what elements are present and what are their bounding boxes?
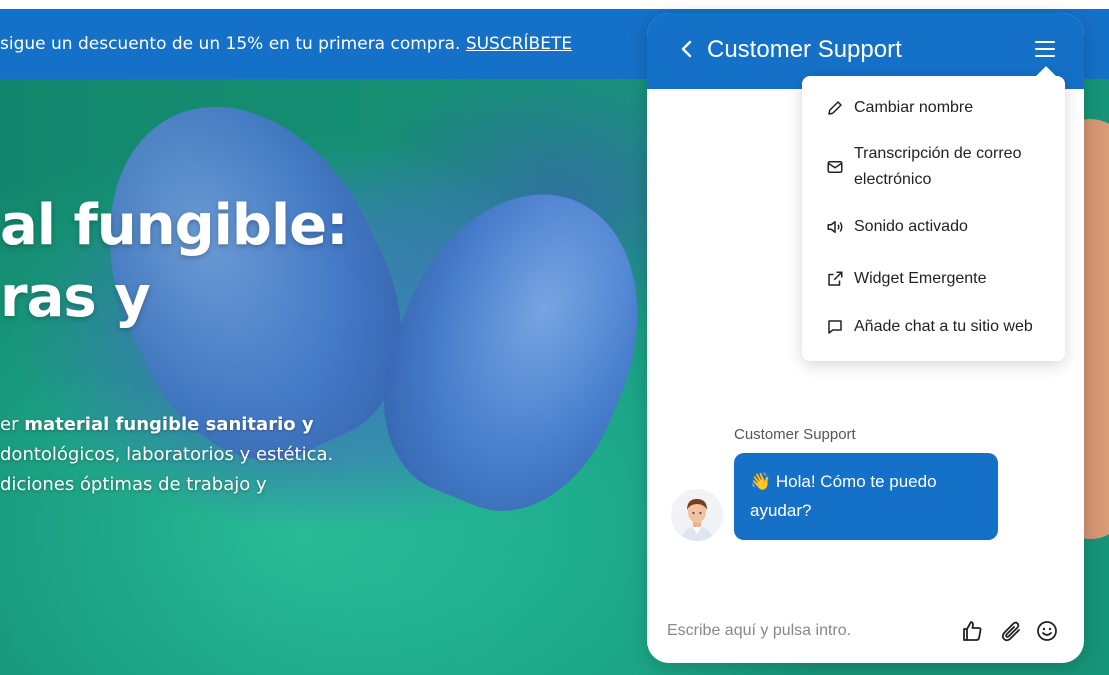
menu-item-label: Sonido activado: [854, 218, 968, 235]
menu-item-label: Transcripción de correo electrónico: [854, 145, 1022, 188]
agent-avatar: [671, 489, 723, 541]
menu-item-rename[interactable]: Cambiar nombre: [802, 95, 1065, 121]
emoji-button[interactable]: [1035, 619, 1059, 643]
hero-headline-line1: al fungible:: [0, 193, 349, 258]
message-composer: [647, 606, 1084, 658]
smiley-icon: [1037, 621, 1057, 641]
menu-item-label: Añade chat a tu sitio web: [854, 318, 1033, 335]
hero-description-line1: er material fungible sanitario y: [0, 414, 314, 435]
agent-message-bubble: 👋 Hola! Cómo te puedo ayudar?: [734, 453, 998, 540]
mail-icon: [826, 158, 844, 176]
menu-item-email-transcript[interactable]: Transcripción de correo electrónico: [802, 141, 1065, 193]
menu-button[interactable]: [1033, 37, 1057, 61]
chat-options-menu: Cambiar nombre Transcripción de correo e…: [802, 76, 1065, 361]
hamburger-icon: [1035, 41, 1055, 57]
pencil-icon: [826, 99, 844, 117]
top-strip: [0, 0, 1109, 9]
hero-description-bold: material fungible sanitario y: [24, 414, 314, 435]
menu-item-label: Widget Emergente: [854, 270, 987, 287]
menu-item-sound[interactable]: Sonido activado: [802, 214, 1065, 240]
subscribe-link[interactable]: SUSCRÍBETE: [466, 34, 572, 54]
message-input[interactable]: [667, 614, 957, 648]
paperclip-icon: [1001, 621, 1020, 642]
promo-text-wrapper: sigue un descuento de un 15% en tu prime…: [0, 9, 572, 79]
menu-item-label: Cambiar nombre: [854, 99, 974, 116]
hero-description-line3: diciones óptimas de trabajo y: [0, 474, 267, 495]
chat-bubble-icon: [826, 318, 844, 336]
external-link-icon: [826, 270, 844, 288]
thumbs-up-icon: [963, 621, 982, 641]
speaker-icon: [826, 218, 844, 236]
message-sender-name: Customer Support: [734, 426, 856, 443]
back-button[interactable]: [675, 37, 699, 61]
thumbs-up-button[interactable]: [960, 619, 984, 643]
hero-description-line2: dontológicos, laboratorios y estética.: [0, 444, 334, 465]
menu-item-popout-widget[interactable]: Widget Emergente: [802, 266, 1065, 292]
agent-avatar-icon: [671, 489, 723, 541]
promo-text: sigue un descuento de un 15% en tu prime…: [0, 34, 466, 54]
hero-description-pre: er: [0, 414, 25, 435]
menu-item-add-to-site[interactable]: Añade chat a tu sitio web: [802, 314, 1065, 340]
chevron-left-icon: [681, 40, 692, 58]
hero-headline-line2: ras y: [0, 265, 151, 330]
chat-title: Customer Support: [707, 36, 902, 63]
attach-button[interactable]: [999, 619, 1023, 643]
